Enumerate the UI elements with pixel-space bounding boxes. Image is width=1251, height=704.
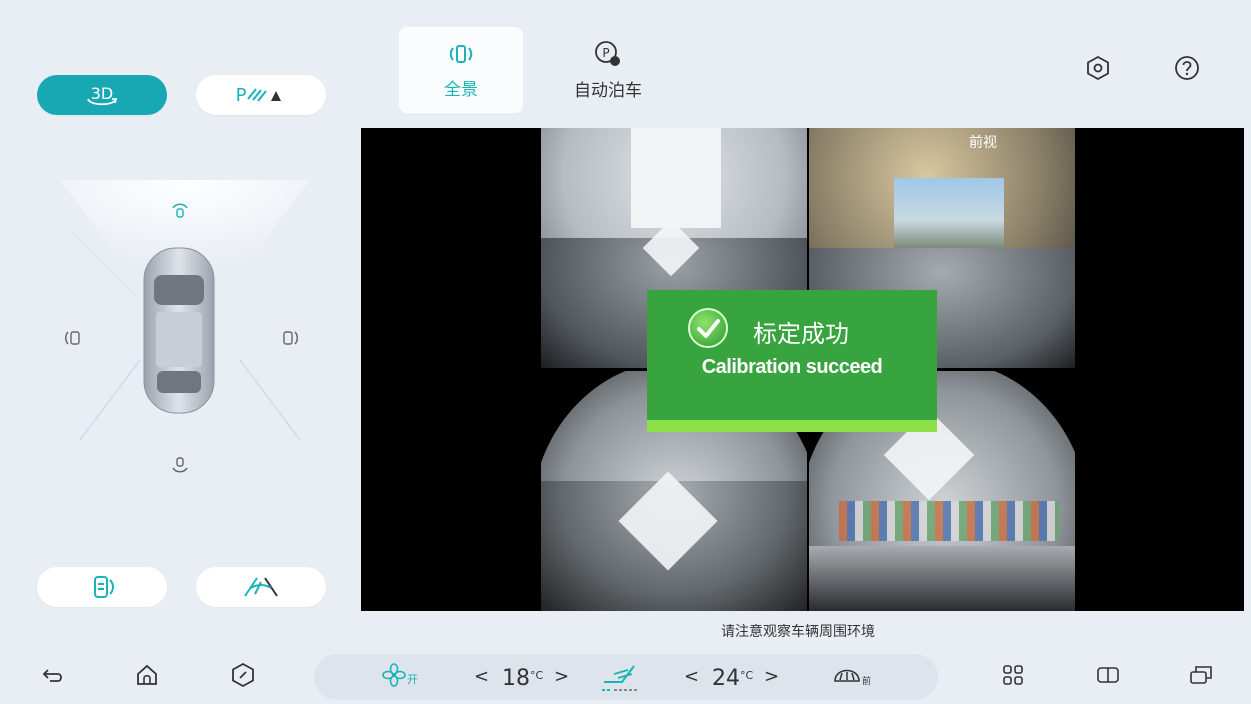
tab-panorama[interactable]: 全景 xyxy=(399,27,523,113)
tab-panorama-label: 全景 xyxy=(444,79,478,100)
rotate-3d-icon: 3D xyxy=(87,84,118,106)
front-sensor-icon xyxy=(172,203,188,218)
trajectory-lines-button[interactable] xyxy=(196,567,326,607)
left-temp: 18°C xyxy=(502,666,544,691)
seat-heat-icon[interactable] xyxy=(598,660,652,694)
rear-sensor-icon xyxy=(172,457,188,473)
toast-title-en: Calibration succeed xyxy=(701,356,883,378)
parking-radar-button[interactable]: P xyxy=(196,75,326,115)
calibration-success-toast: 标定成功 Calibration succeed xyxy=(647,290,937,432)
window-switch-icon[interactable] xyxy=(1188,662,1214,688)
left-temp-increase[interactable]: > xyxy=(554,666,569,687)
right-sensor-icon xyxy=(283,331,298,345)
fan-status: 开 xyxy=(407,673,418,686)
trajectory-lines-icon xyxy=(244,577,278,597)
right-temp: 24°C xyxy=(712,666,754,691)
svg-text:P: P xyxy=(602,46,609,60)
left-sensor-icon xyxy=(65,331,80,345)
fan-toggle[interactable]: 开 xyxy=(382,663,418,687)
svg-text:3D: 3D xyxy=(91,84,114,103)
defrost-label: 前 xyxy=(862,676,872,687)
settings-hex-icon[interactable] xyxy=(1085,55,1111,81)
mode-3d-button[interactable]: 3D xyxy=(37,75,167,115)
left-temp-decrease[interactable]: < xyxy=(474,666,489,687)
parking-label: P xyxy=(235,84,247,106)
split-screen-icon[interactable] xyxy=(1095,662,1121,688)
right-temp-increase[interactable]: > xyxy=(764,666,779,687)
side-view-button[interactable] xyxy=(37,567,167,607)
camera-view: 前视 标定成功 Calibration succeed xyxy=(361,128,1244,611)
back-icon[interactable] xyxy=(40,662,66,688)
defrost-icon xyxy=(834,669,860,682)
success-check-icon xyxy=(688,308,728,348)
toast-title-cn: 标定成功 xyxy=(753,320,849,348)
fan-icon xyxy=(382,663,406,687)
vehicle-settings-icon[interactable] xyxy=(230,662,256,688)
apps-icon[interactable] xyxy=(1000,662,1026,688)
right-temp-decrease[interactable]: < xyxy=(684,666,699,687)
tab-auto-parking[interactable]: P 自动泊车 xyxy=(546,27,670,113)
bottom-bar: 开 < 18°C > < 24°C > 前 xyxy=(0,646,1251,704)
radar-wave-icon xyxy=(247,88,282,102)
tab-auto-parking-label: 自动泊车 xyxy=(574,80,642,101)
climate-control-bar: 开 < 18°C > < 24°C > 前 xyxy=(314,654,938,700)
auto-parking-icon: P xyxy=(595,40,620,66)
front-view-label: 前视 xyxy=(969,135,997,151)
panorama-car-icon xyxy=(449,44,473,63)
home-icon[interactable] xyxy=(134,662,160,688)
help-icon[interactable] xyxy=(1174,55,1200,81)
safety-notice: 请注意观察车辆周围环境 xyxy=(721,624,875,640)
car-side-sensor-icon xyxy=(94,576,114,598)
front-defrost-button[interactable]: 前 xyxy=(832,665,871,687)
